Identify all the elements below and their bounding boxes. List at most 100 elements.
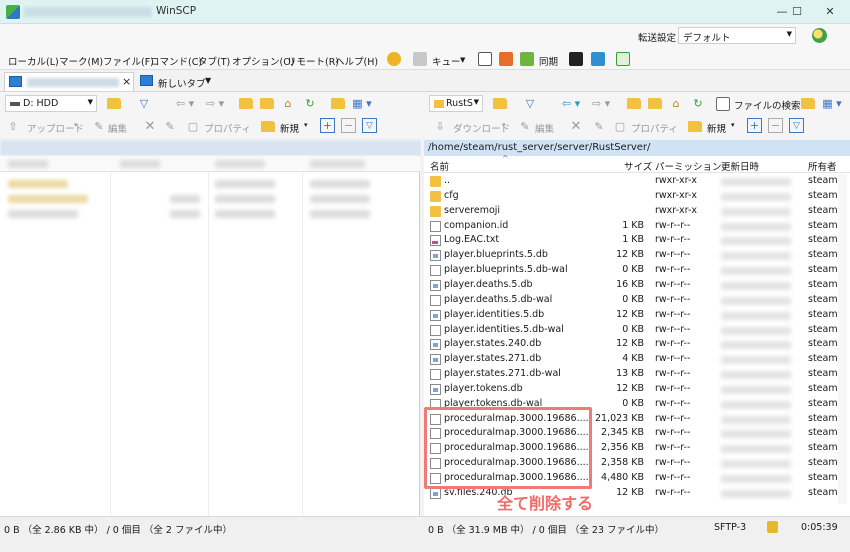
properties-button[interactable]: プロパティ <box>204 121 251 135</box>
remote-root-directory-icon[interactable] <box>647 96 663 111</box>
transfer-settings-select[interactable]: デフォルト ▼ <box>678 27 796 44</box>
synchronize-browsing-icon[interactable] <box>498 51 514 67</box>
new-dropdown-icon[interactable]: ▾ <box>304 121 308 129</box>
local-drive-select[interactable]: D: HDD ▼ <box>5 95 97 112</box>
find-files-icon[interactable] <box>715 96 731 111</box>
queue-button[interactable]: キュー <box>432 54 461 68</box>
file-row[interactable]: Log.EAC.txt 1 KB rw-r--r-- steam <box>424 233 850 248</box>
edit-button[interactable]: 編集 <box>108 121 127 135</box>
file-row[interactable]: cfg rwxr-xr-x steam <box>424 189 850 204</box>
download-icon[interactable]: ⇩ <box>433 119 447 134</box>
menu-remote[interactable]: リモート(R) <box>287 54 339 68</box>
session-tab[interactable]: × <box>4 72 134 91</box>
preferences-gear-icon[interactable] <box>386 51 402 67</box>
upload-dropdown-icon[interactable]: ▾ <box>74 121 78 129</box>
remote-back-icon[interactable]: ⇦ ▾ <box>556 96 586 111</box>
refresh-icon[interactable] <box>615 51 631 67</box>
putty-icon[interactable] <box>590 51 606 67</box>
properties-icon[interactable]: ▢ <box>186 119 200 134</box>
forward-icon[interactable]: ⇨ ▾ <box>200 96 230 111</box>
file-row[interactable]: player.deaths.5.db-wal 0 KB rw-r--r-- steam <box>424 293 850 308</box>
open-folder-icon[interactable] <box>102 96 126 111</box>
view-mode-icon[interactable]: ▦ ▾ <box>350 96 374 111</box>
file-row[interactable]: player.identities.5.db 12 KB rw-r--r-- stea… <box>424 308 850 323</box>
new-tab-dropdown-icon[interactable]: ▼ <box>205 76 211 85</box>
new-button[interactable]: 新規 <box>280 121 299 135</box>
remote-select-all-icon[interactable]: + <box>747 118 762 133</box>
synchronize-button[interactable]: 同期 <box>539 54 558 68</box>
menu-mark[interactable]: マーク(M) <box>59 54 103 68</box>
find-icon[interactable] <box>330 96 346 111</box>
remote-open-folder-icon[interactable] <box>488 96 512 111</box>
remote-new-folder-icon[interactable] <box>687 119 703 134</box>
new-folder-icon[interactable] <box>260 119 276 134</box>
terminal-icon[interactable] <box>568 51 584 67</box>
delete-icon[interactable]: ✕ <box>143 119 157 134</box>
find-files-button[interactable]: ファイルの検索 <box>734 98 801 112</box>
remote-deselect-icon[interactable]: − <box>768 118 783 133</box>
remote-properties-icon[interactable]: ▢ <box>613 119 627 134</box>
select-all-icon[interactable]: + <box>320 118 335 133</box>
remote-rename-icon[interactable]: ✎ <box>592 119 606 134</box>
file-row[interactable]: .. rwxr-xr-x steam <box>424 174 850 189</box>
menu-file[interactable]: ファイル(F) <box>103 54 154 68</box>
edit-icon[interactable]: ✎ <box>92 119 106 134</box>
new-tab-button[interactable]: 新しいタブ <box>158 76 206 90</box>
menu-options[interactable]: オプション(O) <box>232 54 294 68</box>
remote-invert-selection-icon[interactable]: ▽ <box>789 118 804 133</box>
compare-directories-icon[interactable] <box>477 51 493 67</box>
close-tab-icon[interactable]: × <box>122 75 131 88</box>
globe-icon[interactable] <box>812 28 827 43</box>
sync-icon[interactable] <box>519 51 535 67</box>
menu-tab[interactable]: タブ(T) <box>198 54 230 68</box>
file-row[interactable]: companion.id 1 KB rw-r--r-- steam <box>424 219 850 234</box>
remote-edit-button[interactable]: 編集 <box>535 121 554 135</box>
file-row[interactable]: player.states.271.db 4 KB rw-r--r-- steam <box>424 352 850 367</box>
remote-location-select[interactable]: RustS ▼ <box>429 95 483 112</box>
lock-icon[interactable] <box>767 521 778 533</box>
column-header-modified[interactable]: 更新日時 <box>721 159 759 173</box>
home-icon[interactable]: ⌂ <box>280 96 296 111</box>
remote-parent-directory-icon[interactable] <box>626 96 642 111</box>
invert-selection-icon[interactable]: ▽ <box>362 118 377 133</box>
remote-refresh-icon[interactable]: ↻ <box>690 96 706 111</box>
rename-icon[interactable]: ✎ <box>163 119 177 134</box>
download-dropdown-icon[interactable]: ▾ <box>502 121 506 129</box>
refresh-icon[interactable]: ↻ <box>302 96 318 111</box>
remote-find-icon[interactable] <box>800 96 816 111</box>
file-row[interactable]: player.states.240.db 12 KB rw-r--r-- steam <box>424 337 850 352</box>
remote-path-bar[interactable]: /home/steam/rust_server/server/RustServe… <box>424 140 850 156</box>
menu-command[interactable]: コマンド(C) <box>150 54 202 68</box>
file-row[interactable]: player.blueprints.5.db-wal 0 KB rw-r--r-- s… <box>424 263 850 278</box>
close-button[interactable]: ✕ <box>810 2 850 22</box>
back-icon[interactable]: ⇦ ▾ <box>170 96 200 111</box>
remote-view-mode-icon[interactable]: ▦ ▾ <box>818 96 846 111</box>
queue-icon[interactable] <box>412 51 428 67</box>
remote-forward-icon[interactable]: ⇨ ▾ <box>586 96 616 111</box>
remote-delete-icon[interactable]: ✕ <box>569 119 583 134</box>
remote-new-button[interactable]: 新規 <box>707 121 726 135</box>
menu-help[interactable]: ヘルプ(H) <box>335 54 378 68</box>
column-header-name[interactable]: 名前 <box>430 159 449 173</box>
column-header-owner[interactable]: 所有者 <box>808 159 837 173</box>
file-row[interactable]: player.states.271.db-wal 13 KB rw-r--r-- st… <box>424 367 850 382</box>
remote-filter-icon[interactable]: ▽ <box>518 96 542 111</box>
filter-icon[interactable]: ▽ <box>132 96 156 111</box>
queue-dropdown-icon[interactable]: ▼ <box>460 56 465 64</box>
remote-list-scrollbar[interactable] <box>838 174 847 504</box>
parent-directory-icon[interactable] <box>238 96 254 111</box>
column-header-permissions[interactable]: パーミッション <box>655 159 722 173</box>
deselect-icon[interactable]: − <box>341 118 356 133</box>
remote-properties-button[interactable]: プロパティ <box>631 121 678 135</box>
file-row[interactable]: player.identities.5.db-wal 0 KB rw-r--r-- s… <box>424 323 850 338</box>
file-row[interactable]: player.deaths.5.db 16 KB rw-r--r-- steam <box>424 278 850 293</box>
remote-edit-icon[interactable]: ✎ <box>518 119 532 134</box>
file-row[interactable]: player.tokens.db 12 KB rw-r--r-- steam <box>424 382 850 397</box>
remote-home-icon[interactable]: ⌂ <box>668 96 684 111</box>
root-directory-icon[interactable] <box>259 96 275 111</box>
remote-new-dropdown-icon[interactable]: ▾ <box>731 121 735 129</box>
menu-local[interactable]: ローカル(L) <box>8 54 59 68</box>
file-row[interactable]: serveremoji rwxr-xr-x steam <box>424 204 850 219</box>
local-file-panel[interactable] <box>0 140 420 516</box>
upload-icon[interactable]: ⇧ <box>6 119 20 134</box>
